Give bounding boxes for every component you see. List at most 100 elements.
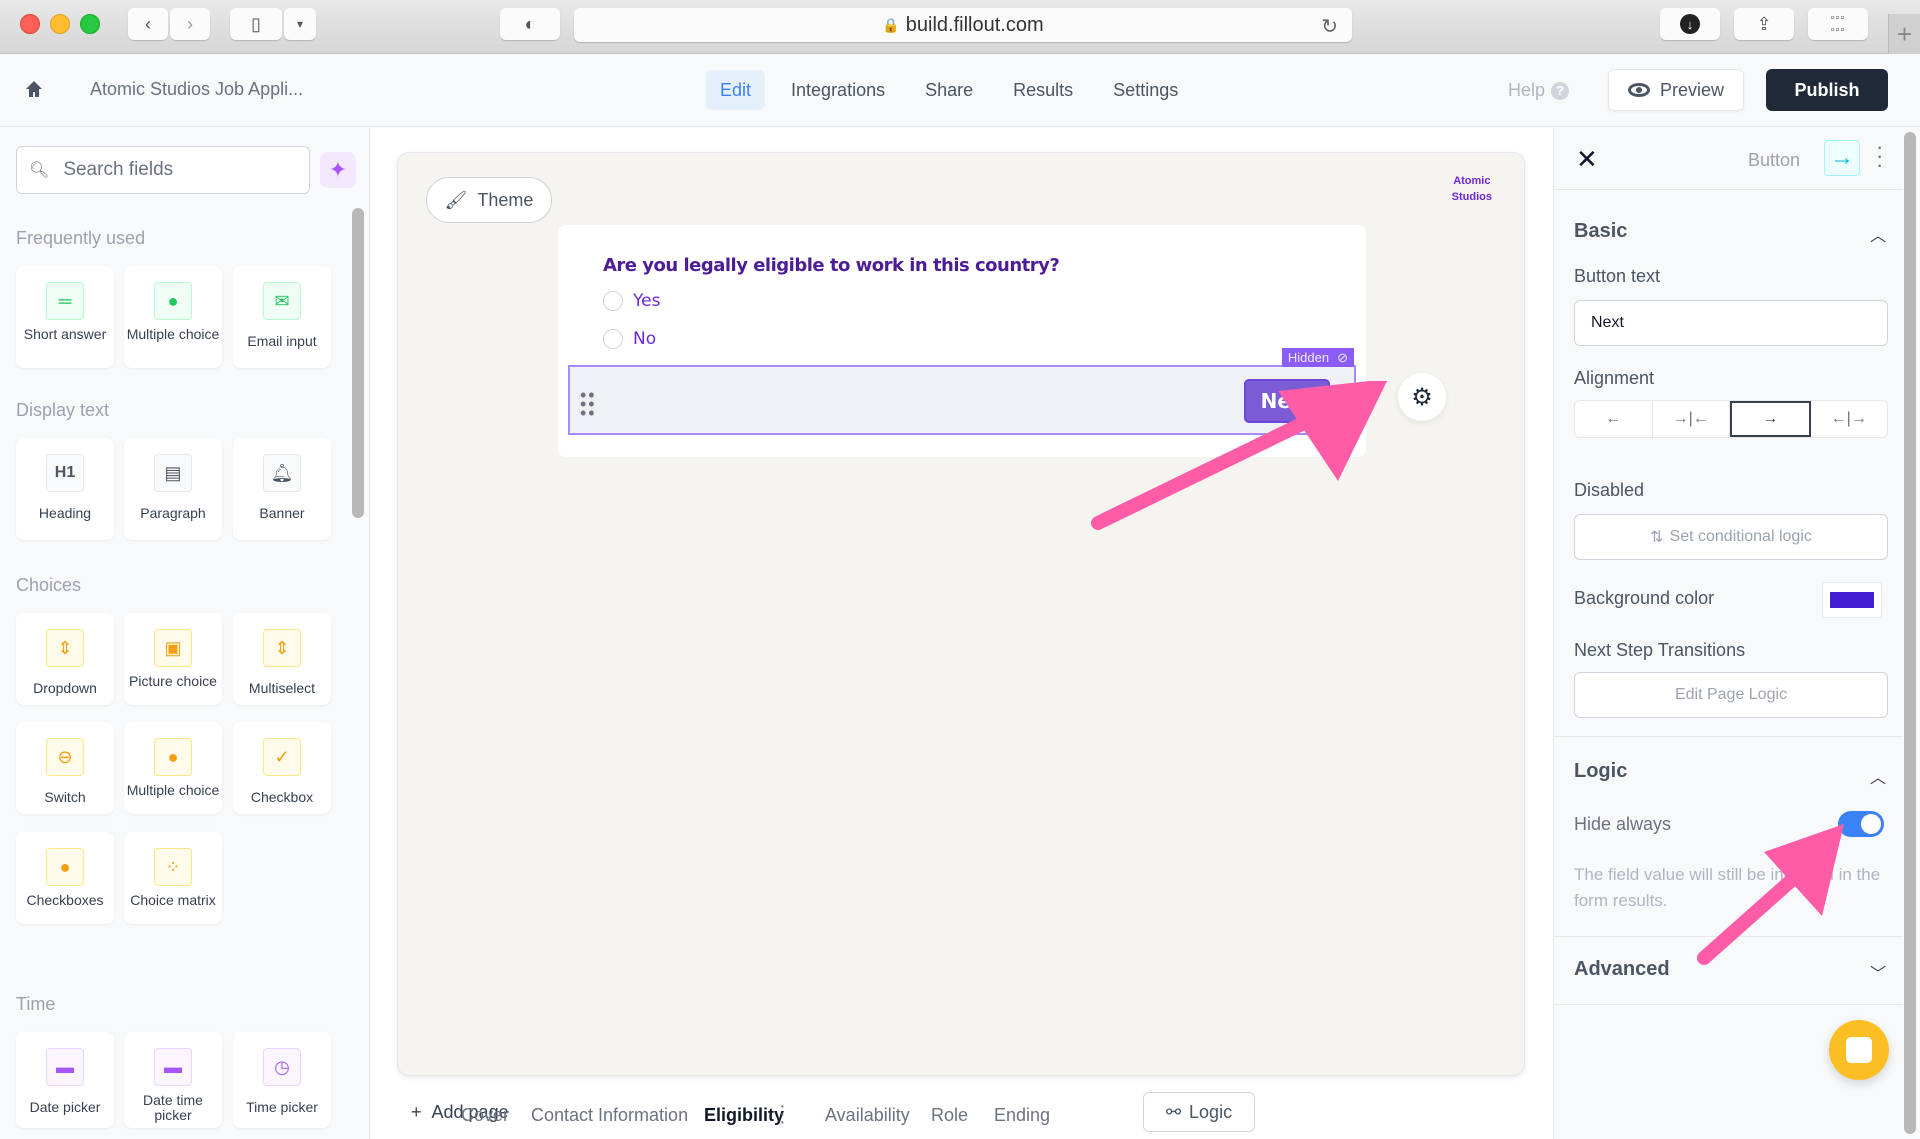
field-label: Paragraph: [140, 505, 206, 521]
radio-button[interactable]: [603, 329, 623, 349]
search-fields[interactable]: 🔍︎: [16, 146, 310, 194]
bell-icon: 🔔︎: [263, 454, 301, 492]
field-dropdown[interactable]: ⇕ Dropdown: [16, 613, 114, 705]
reload-icon[interactable]: ↻: [1321, 14, 1338, 39]
back-button[interactable]: ‹: [128, 8, 168, 40]
drag-handle-icon[interactable]: •• •• ••: [580, 386, 597, 422]
align-left-option[interactable]: ←: [1575, 401, 1653, 437]
chevron-up-icon[interactable]: ︿: [1870, 764, 1886, 788]
multiple-choice-icon: ●: [154, 282, 192, 320]
nav-integrations[interactable]: Integrations: [777, 70, 899, 110]
nav-edit[interactable]: Edit: [706, 70, 766, 110]
field-picture-choice[interactable]: ▣ Picture choice: [124, 613, 222, 705]
field-email-input[interactable]: ✉ Email input: [233, 266, 331, 368]
chevron-up-icon[interactable]: ︿: [1870, 222, 1886, 246]
arrow-right-icon[interactable]: →: [1824, 140, 1860, 176]
address-bar[interactable]: 🔒 build.fillout.com ↻: [574, 8, 1352, 42]
privacy-button[interactable]: ◐: [500, 8, 560, 40]
field-label: Multiselect: [248, 680, 316, 696]
background-color-picker[interactable]: [1822, 582, 1882, 618]
edit-page-logic-button[interactable]: Edit Page Logic: [1574, 672, 1888, 718]
share-button[interactable]: ⇪: [1734, 8, 1794, 40]
search-input[interactable]: [63, 159, 304, 181]
email-icon: ✉: [263, 282, 301, 320]
multiple-choice-icon: ●: [154, 738, 192, 776]
tab-group-dropdown[interactable]: ▾: [284, 8, 316, 40]
disabled-label: Disabled: [1574, 480, 1645, 500]
page-tab-cover[interactable]: Cover: [461, 1105, 509, 1126]
option-yes[interactable]: Yes: [603, 291, 660, 311]
field-choice-matrix[interactable]: ⁘ Choice matrix: [124, 832, 222, 924]
hide-always-toggle[interactable]: [1838, 811, 1884, 837]
page-tab-eligibility[interactable]: Eligibility: [704, 1105, 784, 1126]
page-menu-icon[interactable]: · · ·: [779, 1096, 786, 1132]
home-icon[interactable]: [24, 79, 44, 99]
publish-button[interactable]: Publish: [1766, 69, 1888, 111]
main-nav: Edit Integrations Share Results Settings: [706, 70, 1204, 110]
field-checkbox[interactable]: ✓ Checkbox: [233, 722, 331, 814]
form-title[interactable]: Atomic Studios Job Appli...: [90, 79, 303, 100]
sidebar-toggle-button[interactable]: ▯: [230, 8, 282, 40]
nav-settings[interactable]: Settings: [1099, 70, 1192, 110]
theme-button[interactable]: 🖌︎ Theme: [426, 177, 552, 223]
page-tab-contact-information[interactable]: Contact Information: [531, 1105, 688, 1126]
forward-button[interactable]: ›: [170, 8, 210, 40]
page-tab-availability[interactable]: Availability: [825, 1105, 910, 1126]
close-icon[interactable]: ✕: [1576, 144, 1598, 175]
eye-icon: [1627, 83, 1650, 97]
form-canvas: 🖌︎ Theme Atomic Studios Are you legally …: [397, 152, 1525, 1076]
section-basic-title[interactable]: Basic: [1574, 220, 1627, 243]
page-tab-ending[interactable]: Ending: [994, 1105, 1050, 1126]
nav-share[interactable]: Share: [911, 70, 987, 110]
field-short-answer[interactable]: ═ Short answer: [16, 266, 114, 368]
set-conditional-logic-button[interactable]: ⇅ Set conditional logic: [1574, 514, 1888, 560]
field-checkboxes[interactable]: ● Checkboxes: [16, 832, 114, 924]
radio-button[interactable]: [603, 291, 623, 311]
ai-sparkle-button[interactable]: ✦: [320, 152, 356, 188]
align-center-option[interactable]: →|←: [1653, 401, 1730, 437]
question-label[interactable]: Are you legally eligible to work in this…: [603, 255, 1060, 276]
chat-support-button[interactable]: [1829, 1020, 1889, 1080]
section-logic-title[interactable]: Logic: [1574, 760, 1627, 783]
nav-results[interactable]: Results: [999, 70, 1087, 110]
page-tab-role[interactable]: Role: [931, 1105, 968, 1126]
button-text-input[interactable]: [1574, 300, 1888, 346]
preview-button[interactable]: Preview: [1608, 69, 1744, 111]
field-paragraph[interactable]: ▤ Paragraph: [124, 438, 222, 540]
field-multiple-choice-2[interactable]: ● Multiple choice: [124, 722, 222, 814]
field-settings-button[interactable]: ⚙: [1398, 373, 1446, 421]
field-multiselect[interactable]: ⇕ Multiselect: [233, 613, 331, 705]
next-button[interactable]: Next: [1244, 379, 1330, 423]
field-time-picker[interactable]: ◷ Time picker: [233, 1032, 331, 1128]
section-advanced-title[interactable]: Advanced: [1574, 958, 1670, 981]
close-window-button[interactable]: [20, 14, 40, 34]
field-multiple-choice[interactable]: ● Multiple choice: [124, 266, 222, 368]
field-heading[interactable]: H1 Heading: [16, 438, 114, 540]
alignment-label: Alignment: [1574, 368, 1655, 388]
new-tab-button[interactable]: +: [1888, 14, 1920, 54]
maximize-window-button[interactable]: [80, 14, 100, 34]
field-label: Checkboxes: [26, 892, 104, 908]
align-full-option[interactable]: ←|→: [1811, 401, 1888, 437]
logic-button[interactable]: ⚯ Logic: [1143, 1092, 1255, 1132]
option-label: No: [633, 329, 657, 349]
option-no[interactable]: No: [603, 329, 656, 349]
more-options-icon[interactable]: · · ·: [1876, 136, 1883, 176]
panel-scrollbar[interactable]: [1904, 132, 1916, 1134]
sidebar-scrollbar[interactable]: [352, 208, 364, 518]
calendar-icon: ▬: [154, 1048, 192, 1086]
field-sidebar: 🔍︎ ✦ Frequently used ═ Short answer ● Mu…: [0, 128, 370, 1139]
align-right-option[interactable]: →: [1730, 401, 1811, 437]
chevron-right-icon: ›: [187, 13, 193, 34]
chevron-down-icon[interactable]: ﹀: [1870, 960, 1886, 984]
field-date-picker[interactable]: ▬ Date picker: [16, 1032, 114, 1128]
downloads-button[interactable]: ↓: [1660, 8, 1720, 40]
tab-overview-button[interactable]: ▫▫▫ ▫▫▫: [1808, 8, 1868, 40]
help-link[interactable]: Help ?: [1508, 80, 1570, 101]
field-switch[interactable]: ⊖ Switch: [16, 722, 114, 814]
minimize-window-button[interactable]: [50, 14, 70, 34]
field-banner[interactable]: 🔔︎ Banner: [233, 438, 331, 540]
gear-icon: ⚙: [1411, 383, 1433, 411]
button-field-block[interactable]: Hidden ⊘ •• •• •• Next: [568, 348, 1356, 435]
field-date-time-picker[interactable]: ▬ Date time picker: [124, 1032, 222, 1128]
